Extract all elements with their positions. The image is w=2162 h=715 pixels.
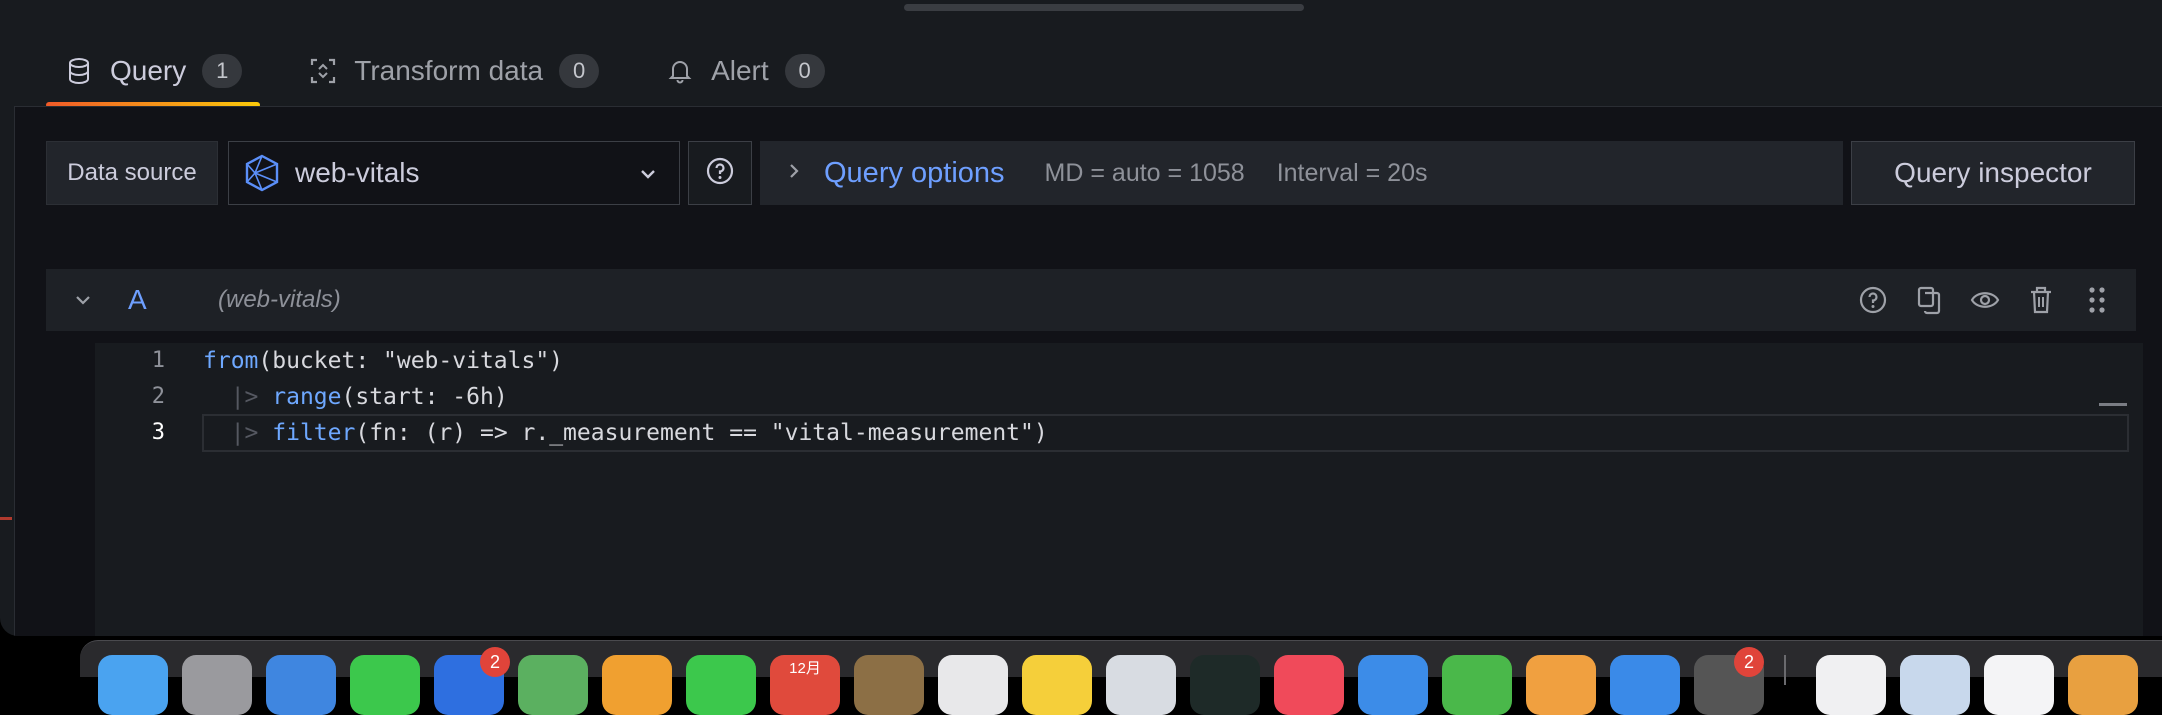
code-pipe: |> [203,384,273,410]
question-circle-icon [705,156,735,191]
copy-icon[interactable] [1910,281,1948,319]
query-ref-id[interactable]: A [128,284,188,316]
xcode-icon[interactable] [1610,655,1680,715]
vscode-icon[interactable] [1816,655,1886,715]
tab-query[interactable]: Query 1 [46,48,261,108]
launchpad-icon[interactable] [182,655,252,715]
line-number-gutter: 1 2 3 [95,343,205,451]
tab-transform-count: 0 [559,54,600,88]
finder-icon[interactable] [98,655,168,715]
reminders-icon[interactable] [938,655,1008,715]
code-text: (bucket: "web-vitals") [258,348,564,374]
code-keyword: range [272,384,342,410]
code-text: (fn: (r) => r._measurement == "vital-mea… [355,420,1048,446]
mail-icon[interactable]: 2 [434,647,510,715]
question-circle-icon[interactable] [1854,281,1892,319]
mail-badge: 2 [480,647,510,677]
settings-badge: 2 [1734,647,1764,677]
query-tab-content: Data source web-vitals Query options MD … [14,106,2162,636]
trash-icon[interactable] [2022,281,2060,319]
scrollbar-marker [2099,403,2127,406]
query-options-title[interactable]: Query options [824,157,1005,190]
edge-marker [0,517,12,520]
query-options-bar[interactable]: Query options MD = auto = 1058 Interval … [760,141,1843,205]
safari-icon[interactable] [266,655,336,715]
messages-icon[interactable] [350,655,420,715]
tab-transform-label: Transform data [354,55,544,86]
notes-icon[interactable] [1022,655,1092,715]
facetime-icon[interactable] [686,655,756,715]
bell-icon [665,56,695,86]
query-inspector-button[interactable]: Query inspector [1851,141,2135,205]
influxdb-icon [243,154,281,192]
tab-query-label: Query [110,55,187,86]
system-settings-icon[interactable]: 2 [1694,647,1764,715]
datasource-help-button[interactable] [688,141,752,205]
numbers-icon[interactable] [1442,655,1512,715]
network-icon[interactable] [1900,655,1970,715]
code-keyword: filter [272,420,356,446]
chevron-down-icon [637,160,659,192]
tab-transform-data[interactable]: Transform data 0 [290,48,617,94]
datasource-label: Data source [46,141,218,205]
preview-icon[interactable] [1358,655,1428,715]
query-editor-panel: Query 1 Transform data 0 Alert 0 Data so… [0,0,2162,636]
query-row-datasource: (web-vitals) [218,286,341,313]
query-options-interval: Interval = 20s [1276,158,1428,187]
dock-separator [1784,655,1786,685]
tab-alert-count: 0 [784,54,825,88]
macos-dock: 2 12月 2 [80,640,2162,715]
transform-icon [308,56,338,86]
code-line[interactable]: from(bucket: "web-vitals") [203,343,2128,379]
database-icon [64,56,94,86]
freeform-icon[interactable] [1106,655,1176,715]
calendar-month-label: 12月 [789,660,821,677]
eye-icon[interactable] [1966,281,2004,319]
music-icon[interactable] [1274,655,1344,715]
query-row-header: A (web-vitals) [46,269,2136,331]
app-icon[interactable] [2068,655,2138,715]
datasource-select[interactable]: web-vitals [228,141,680,205]
line-number: 1 [151,348,165,373]
code-keyword: from [203,348,259,374]
datasource-selected-value: web-vitals [295,157,420,188]
line-number: 3 [151,420,165,445]
github-icon[interactable] [1984,655,2054,715]
calendar-icon[interactable]: 12月 [770,655,840,715]
tab-alert[interactable]: Alert 0 [647,48,843,94]
code-pipe: |> [203,420,273,446]
code-lines[interactable]: from(bucket: "web-vitals") |> range(star… [202,343,2129,452]
drag-handle-icon[interactable] [2078,281,2116,319]
terminal-icon[interactable] [1190,655,1260,715]
line-number: 2 [151,384,165,409]
query-row-actions [1836,281,2116,319]
query-options-md: MD = auto = 1058 [1044,158,1245,187]
tab-alert-label: Alert [711,55,769,86]
maps-icon[interactable] [518,655,588,715]
editor-tabs: Query 1 Transform data 0 Alert 0 [46,48,873,108]
contacts-icon[interactable] [854,655,924,715]
code-text: (start: -6h) [341,384,508,410]
collapse-chevron-icon[interactable] [68,285,98,315]
tab-query-count: 1 [202,54,243,88]
code-editor[interactable]: 1 2 3 from(bucket: "web-vitals") |> rang… [95,343,2143,636]
panel-resize-handle[interactable] [904,4,1304,11]
code-line[interactable]: |> range(start: -6h) [203,379,2128,415]
chevron-right-icon [786,159,802,188]
photos-icon[interactable] [602,655,672,715]
pages-icon[interactable] [1526,655,1596,715]
code-line-current[interactable]: |> filter(fn: (r) => r._measurement == "… [202,414,2129,452]
